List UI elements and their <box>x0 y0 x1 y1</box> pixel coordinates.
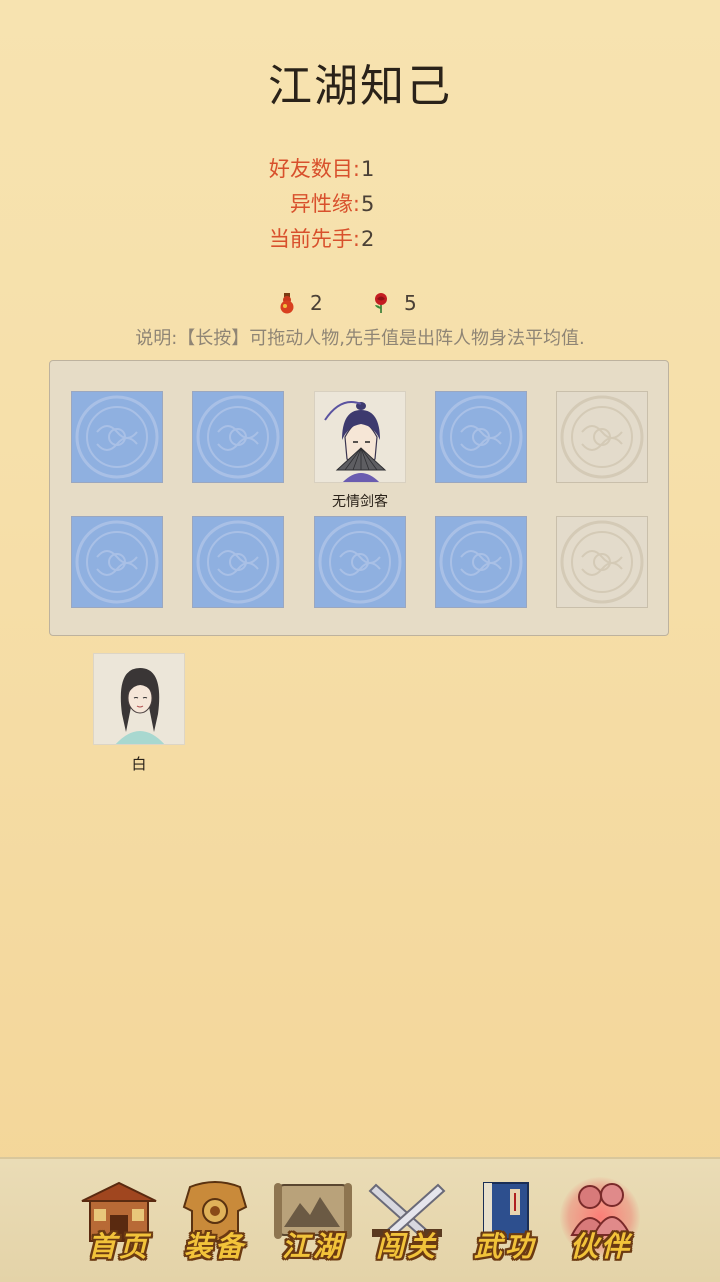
emblem-icon <box>439 395 523 479</box>
formation-board: 无情剑客 <box>49 360 669 636</box>
formation-slot-empty[interactable] <box>71 516 163 608</box>
formation-slot-empty[interactable] <box>192 516 284 608</box>
stat-value: 5 <box>361 192 375 216</box>
emblem-icon <box>318 520 402 604</box>
nav-partners[interactable]: 伙伴 <box>558 1177 644 1265</box>
stats-panel: 好友数目: 1 异性缘: 5 当前先手: 2 <box>0 152 720 257</box>
reserve-character-card[interactable] <box>93 653 185 745</box>
formation-slot-empty[interactable] <box>71 391 163 483</box>
swordsman-portrait <box>315 392 405 482</box>
nav-label: 装备 <box>183 1230 246 1263</box>
rose-count: 5 <box>404 291 417 315</box>
formation-slot-empty[interactable] <box>314 516 406 608</box>
formation-slot-locked <box>556 516 648 608</box>
stat-initiative: 当前先手: 2 <box>0 222 720 257</box>
emblem-icon <box>75 520 159 604</box>
formation-slot-character[interactable] <box>314 391 406 483</box>
nav-label: 首页 <box>87 1230 150 1263</box>
formation-slot-empty[interactable] <box>435 516 527 608</box>
formation-slot-locked <box>556 391 648 483</box>
nav-home[interactable]: 首页 <box>76 1177 162 1265</box>
emblem-icon <box>196 395 280 479</box>
nav-label: 武功 <box>473 1230 536 1263</box>
stat-label: 当前先手: <box>268 227 360 251</box>
stat-charm: 异性缘: 5 <box>0 187 720 222</box>
emblem-icon <box>75 395 159 479</box>
nav-label: 闯关 <box>375 1230 438 1263</box>
emblem-icon <box>196 520 280 604</box>
emblem-icon <box>560 520 644 604</box>
bottom-nav: 首页 装备 江湖 闯关 武功 伙伴 <box>0 1157 720 1282</box>
page-title: 江湖知己 <box>268 61 452 112</box>
instruction-text: 说明:【长按】可拖动人物,先手值是出阵人物身法平均值. <box>135 328 585 349</box>
emblem-icon <box>439 520 523 604</box>
formation-slot-empty[interactable] <box>192 391 284 483</box>
woman-portrait <box>94 654 184 744</box>
rose-counter: 5 <box>370 290 417 316</box>
stat-label: 好友数目: <box>268 157 360 181</box>
gourd-count: 2 <box>310 291 323 315</box>
formation-slot-empty[interactable] <box>435 391 527 483</box>
nav-label: 伙伴 <box>569 1230 632 1263</box>
nav-jianghu[interactable]: 江湖 <box>270 1177 356 1265</box>
stat-value: 2 <box>361 227 375 251</box>
reserve-character-name: 白 <box>131 755 147 773</box>
nav-label: 江湖 <box>281 1230 344 1263</box>
item-counters: 2 5 <box>270 290 470 316</box>
rose-icon <box>375 293 387 313</box>
nav-challenge[interactable]: 闯关 <box>364 1177 450 1265</box>
stat-friend-count: 好友数目: 1 <box>0 152 720 187</box>
gourd-icon <box>280 293 294 314</box>
stat-label: 异性缘: <box>289 192 360 216</box>
gourd-counter: 2 <box>276 290 323 316</box>
emblem-icon <box>560 395 644 479</box>
stat-value: 1 <box>361 157 375 181</box>
character-name: 无情剑客 <box>332 494 388 510</box>
nav-equipment[interactable]: 装备 <box>172 1177 258 1265</box>
nav-martial-arts[interactable]: 武功 <box>462 1177 548 1265</box>
